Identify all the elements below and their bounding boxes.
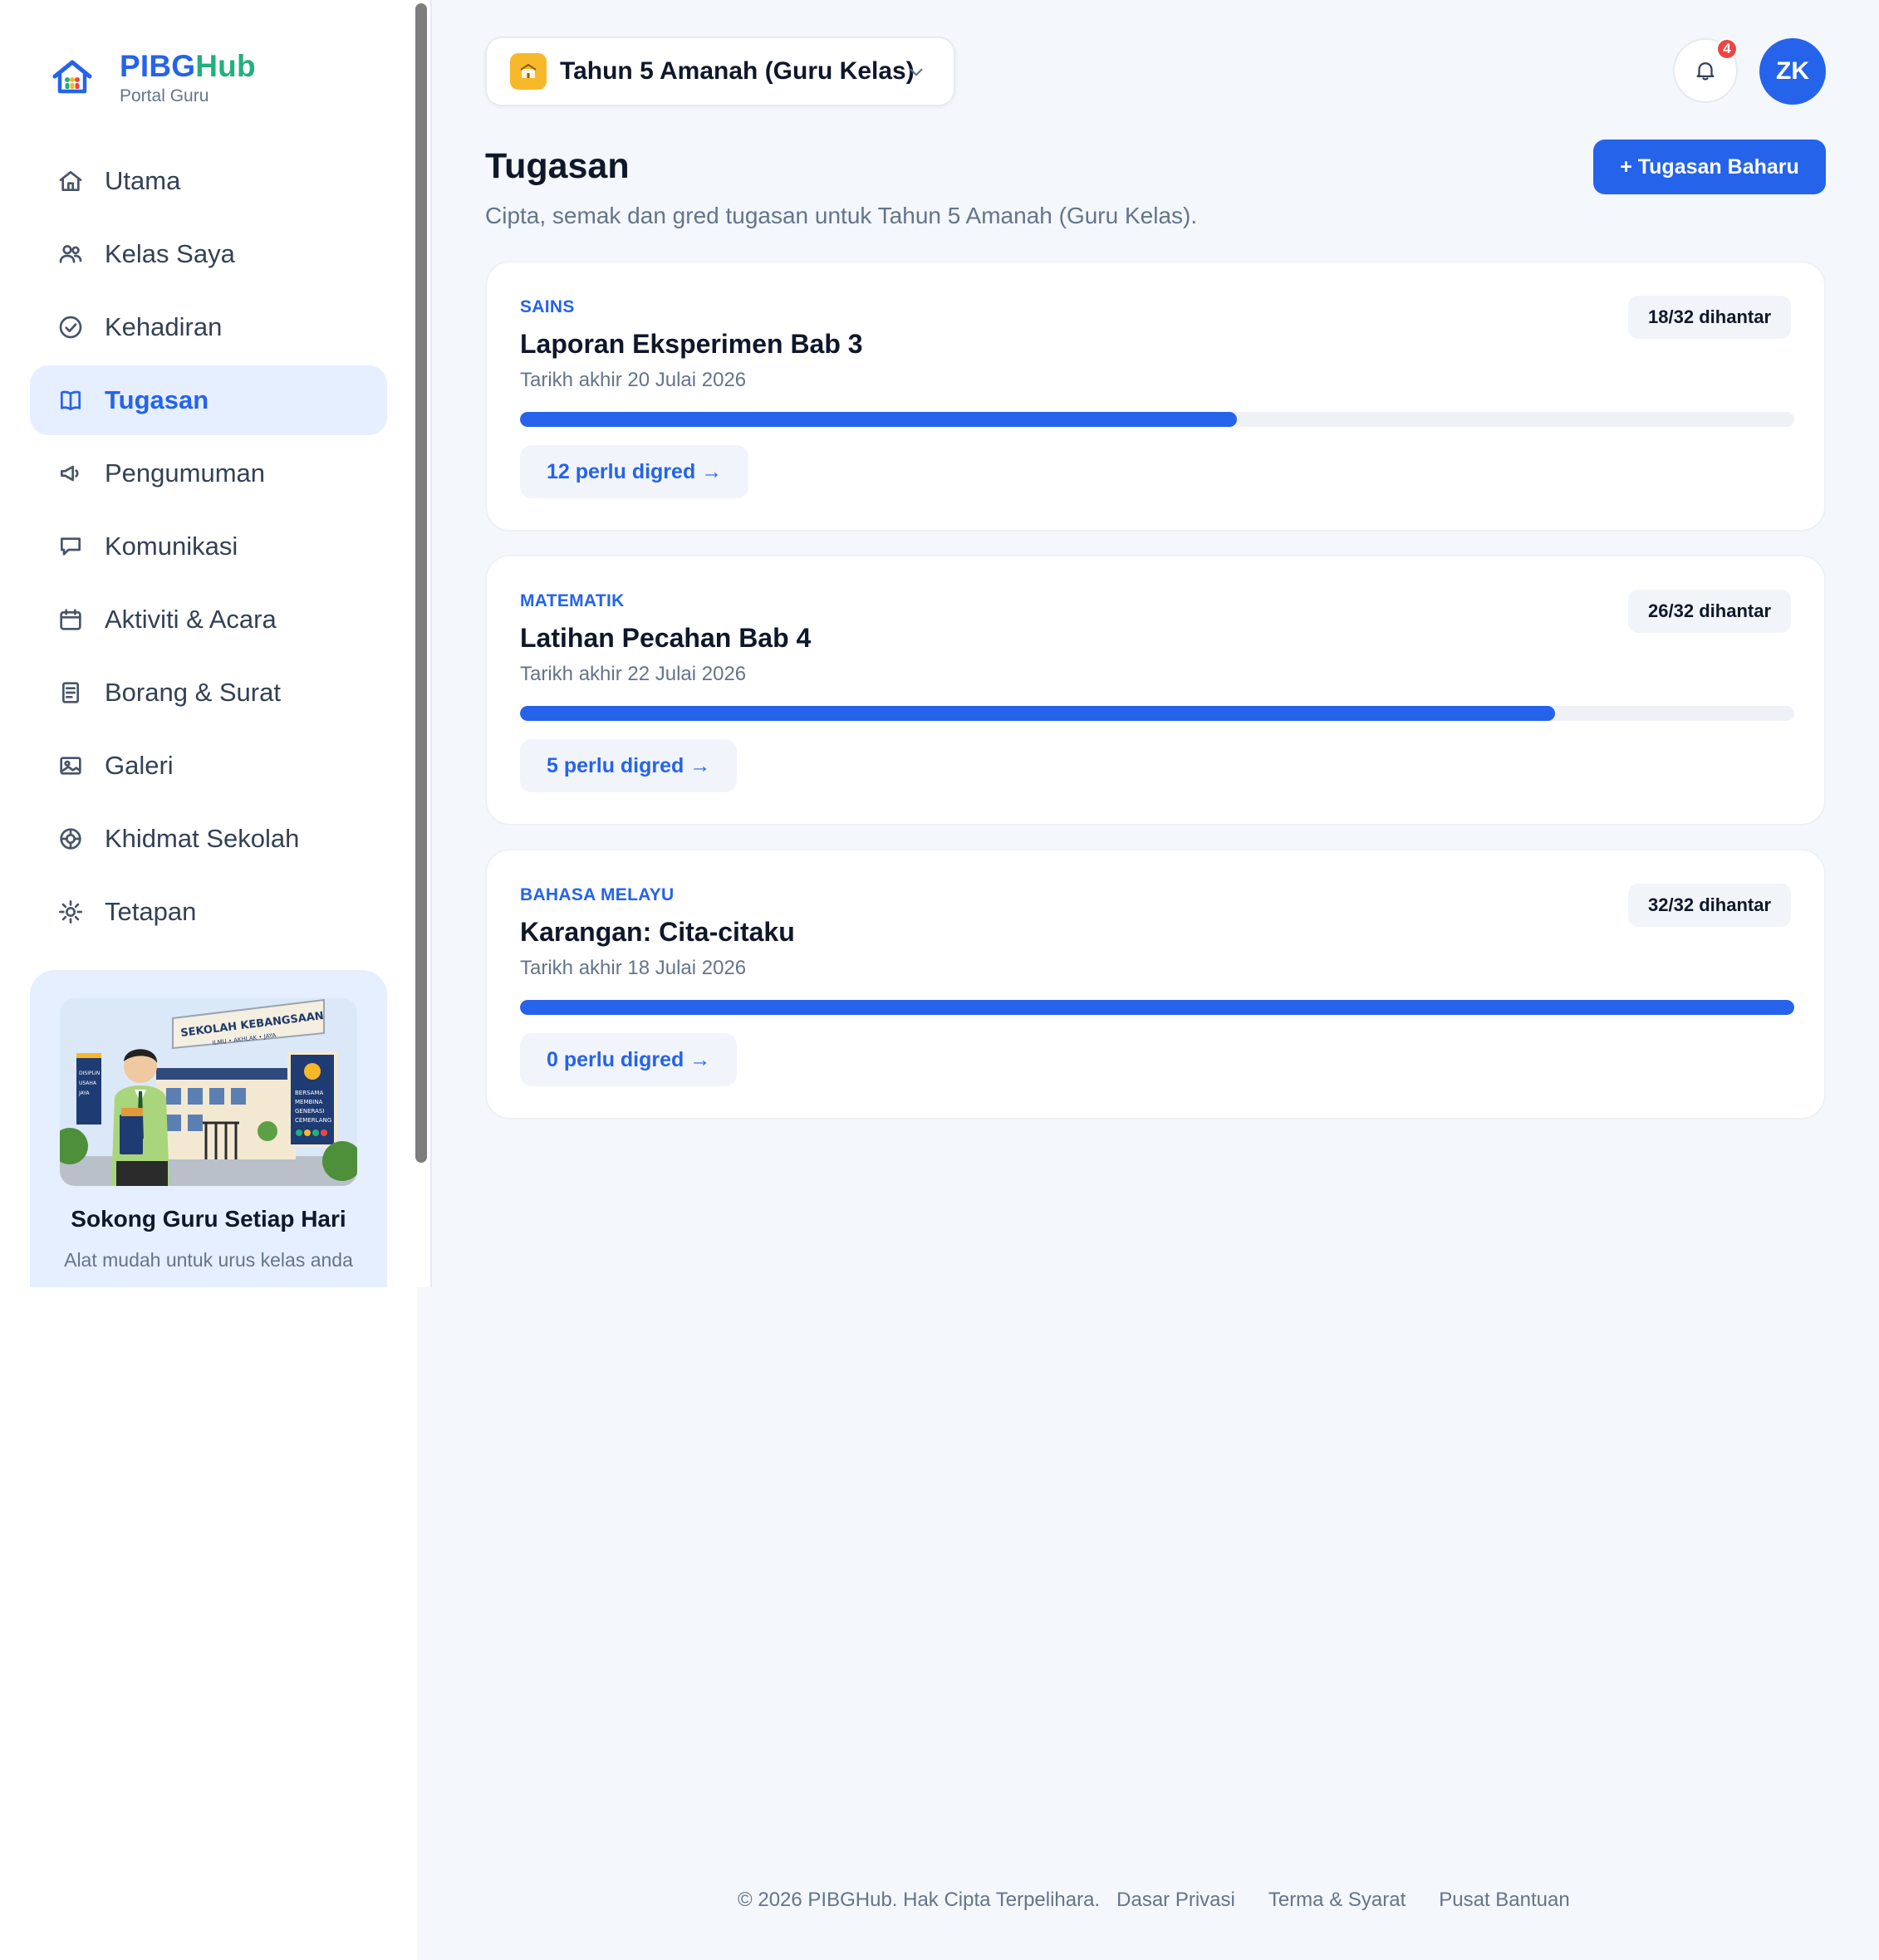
assignment-title: Karangan: Cita-citaku [520,917,795,947]
sidebar-item-label: Komunikasi [105,532,238,561]
art-banner-right-3: GENERASI [295,1108,324,1115]
document-icon [56,679,85,707]
footer-link-help[interactable]: Pusat Bantuan [1439,1889,1569,1912]
sidebar-item-aktiviti-acara[interactable]: Aktiviti & Acara [30,585,387,654]
sidebar-panel: PIBGHub Portal Guru Utama Kelas Saya Keh… [0,0,432,1287]
notification-count-badge: 4 [1716,38,1738,60]
submission-count-badge: 18/32 dihantar [1628,296,1791,339]
assignment-due-date: Tarikh akhir 20 Julai 2026 [520,369,747,391]
submission-progress-bar [520,412,1794,427]
footer-link-terms[interactable]: Terma & Syarat [1268,1889,1406,1912]
copyright-text: © 2026 PIBGHub. Hak Cipta Terpelihara. [738,1889,1101,1911]
sidebar: PIBGHub Portal Guru Utama Kelas Saya Keh… [0,0,432,1960]
chat-icon [56,532,85,561]
promo-card: SEKOLAH KEBANGSAAN ILMU • AKHLAK • JAYA … [30,970,387,1287]
assignment-card[interactable]: BAHASA MELAYU Karangan: Cita-citaku Tari… [485,849,1826,1120]
assignment-due-date: Tarikh akhir 18 Julai 2026 [520,957,747,979]
footer: © 2026 PIBGHub. Hak Cipta Terpelihara. D… [738,1889,1570,1912]
settings-icon [56,898,85,926]
submission-progress-fill [520,412,1237,427]
home-icon [56,167,85,195]
to-grade-button[interactable]: 5 perlu digred → [520,739,738,792]
promo-subtitle: Alat mudah untuk urus kelas anda [64,1249,353,1271]
sidebar-item-kelas-saya[interactable]: Kelas Saya [30,219,387,289]
submission-progress-bar [520,706,1794,721]
megaphone-icon [56,459,85,488]
submission-progress-bar [520,1000,1794,1015]
sidebar-item-label: Tugasan [105,385,209,414]
bell-icon [1696,62,1715,81]
sidebar-item-label: Kehadiran [105,312,223,341]
assignment-subject: SAINS [520,297,575,316]
avatar[interactable]: ZK [1759,38,1826,105]
class-selector-label: Tahun 5 Amanah (Guru Kelas) [560,57,915,85]
sidebar-item-tetapan[interactable]: Tetapan [30,877,387,947]
art-banner-right-1: BERSAMA [295,1090,323,1096]
sidebar-item-label: Galeri [105,751,174,780]
art-banner-left-1: DISIPLIN [79,1071,100,1076]
to-grade-button[interactable]: 0 perlu digred → [520,1033,738,1086]
sidebar-item-label: Kelas Saya [105,239,235,268]
sidebar-item-utama[interactable]: Utama [30,146,387,216]
art-banner-left-3: JAYA [78,1090,91,1096]
brand-name: PIBGHub [120,49,256,83]
sidebar-nav: Utama Kelas Saya Kehadiran Tugasan Pengu… [30,146,387,950]
submission-count-badge: 32/32 dihantar [1628,884,1791,927]
sidebar-item-pengumuman[interactable]: Pengumuman [30,439,387,508]
assignment-card[interactable]: MATEMATIK Latihan Pecahan Bab 4 Tarikh a… [485,555,1826,826]
sidebar-item-komunikasi[interactable]: Komunikasi [30,512,387,581]
users-icon [56,240,85,268]
check-circle-icon [56,313,85,341]
page-subtitle: Cipta, semak dan gred tugasan untuk Tahu… [485,203,1198,228]
assignment-title: Latihan Pecahan Bab 4 [520,623,812,653]
footer-link-privacy[interactable]: Dasar Privasi [1116,1889,1235,1912]
sidebar-item-label: Aktiviti & Acara [105,605,277,634]
calendar-icon [56,605,85,634]
new-assignment-button[interactable]: + Tugasan Baharu [1593,140,1826,194]
sidebar-item-label: Utama [105,166,181,195]
art-banner-right-4: CEMERLANG [295,1117,331,1124]
school-building-icon [510,53,547,90]
image-icon [56,752,85,780]
art-banner-right-2: MEMBINA [295,1099,323,1105]
assignment-card[interactable]: SAINS Laporan Eksperimen Bab 3 Tarikh ak… [485,261,1826,532]
page-title: Tugasan [485,146,630,186]
submission-progress-fill [520,706,1556,721]
sidebar-item-tugasan[interactable]: Tugasan [30,365,387,435]
assignment-subject: BAHASA MELAYU [520,885,675,904]
sidebar-item-khidmat-sekolah[interactable]: Khidmat Sekolah [30,804,387,874]
sidebar-item-label: Tetapan [105,897,197,926]
sidebar-item-kehadiran[interactable]: Kehadiran [30,292,387,362]
class-selector[interactable]: Tahun 5 Amanah (Guru Kelas) [485,37,955,106]
submission-progress-fill [520,1000,1794,1015]
assignment-list: SAINS Laporan Eksperimen Bab 3 Tarikh ak… [485,261,1826,1143]
brand[interactable]: PIBGHub Portal Guru [50,48,256,106]
school-teacher-illustration: SEKOLAH KEBANGSAAN ILMU • AKHLAK • JAYA … [60,998,357,1186]
brand-subtitle: Portal Guru [120,86,209,105]
sidebar-item-galeri[interactable]: Galeri [30,731,387,801]
assignment-title: Laporan Eksperimen Bab 3 [520,329,863,359]
sidebar-scrollbar-thumb[interactable] [415,3,427,1163]
sidebar-item-label: Khidmat Sekolah [105,824,300,853]
assignment-subject: MATEMATIK [520,591,625,610]
sidebar-item-borang-surat[interactable]: Borang & Surat [30,658,387,728]
school-logo-icon [52,60,92,94]
book-icon [56,386,85,414]
sidebar-item-label: Pengumuman [105,458,266,488]
lifebuoy-icon [56,825,85,853]
chevron-down-icon [910,68,923,76]
art-banner-left-2: USAHA [79,1080,97,1086]
assignment-due-date: Tarikh akhir 22 Julai 2026 [520,663,747,685]
promo-title: Sokong Guru Setiap Hari [71,1206,346,1232]
to-grade-button[interactable]: 12 perlu digred → [520,445,749,498]
sidebar-item-label: Borang & Surat [105,678,281,707]
submission-count-badge: 26/32 dihantar [1628,590,1791,633]
